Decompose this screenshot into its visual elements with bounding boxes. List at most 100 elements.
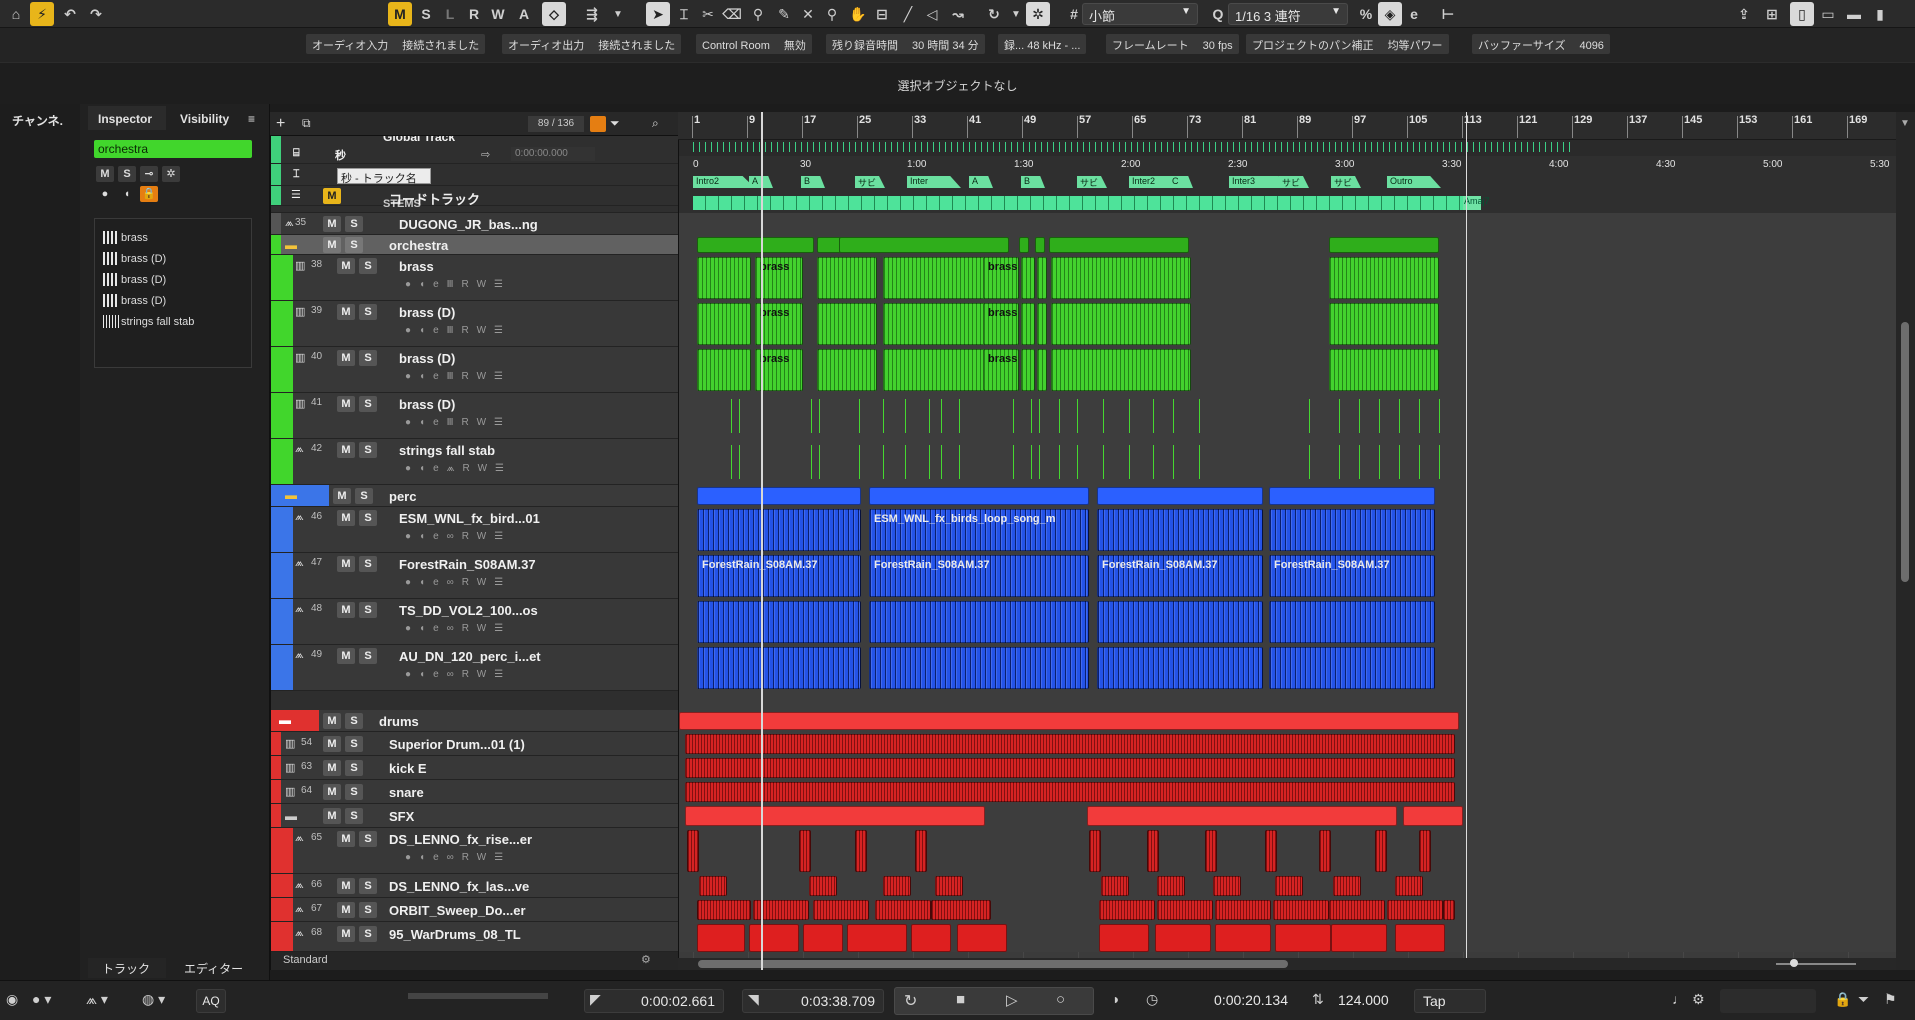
folder-part[interactable]: [1087, 806, 1397, 826]
inspector-track-name[interactable]: orchestra: [94, 140, 252, 158]
hand-tool-icon[interactable]: ✋: [846, 2, 870, 26]
lower-zone-toggle-icon[interactable]: ▬: [1842, 2, 1866, 26]
track-row[interactable]: ▥ 54 M S Superior Drum...01 (1): [271, 732, 678, 756]
audio-part[interactable]: [931, 900, 991, 920]
midi-part[interactable]: [1021, 349, 1035, 391]
audio-warp-icon[interactable]: ◈: [1378, 2, 1402, 26]
track-controls[interactable]: ●◖e∞RW☰: [405, 852, 511, 868]
audio-part[interactable]: [855, 830, 867, 872]
visibility-lock-icon[interactable]: [590, 116, 606, 132]
arranger-marker[interactable]: B: [1021, 176, 1045, 188]
mute-button[interactable]: M: [337, 510, 355, 526]
track-row[interactable]: ▥ 39 M S brass (D) ●◖eⅢRW☰: [271, 301, 678, 347]
status-record-time[interactable]: 残り録音時間 30 時間 34 分: [826, 34, 985, 54]
left-locator-field[interactable]: 0:00:02.661: [584, 989, 724, 1013]
solo-button[interactable]: S: [359, 442, 377, 458]
status-frame-rate[interactable]: フレームレート 30 fps: [1106, 34, 1239, 54]
audio-part[interactable]: ForestRain_S08AM.37: [869, 555, 1089, 597]
loop-icon[interactable]: ↻: [982, 2, 1006, 26]
mute-button[interactable]: M: [333, 488, 351, 504]
right-zone-toggle-icon[interactable]: ▮: [1868, 2, 1892, 26]
midi-part[interactable]: [817, 257, 877, 299]
midi-part[interactable]: brass: [983, 303, 1019, 345]
arranger-marker[interactable]: サビ: [1279, 176, 1309, 188]
filter-icon[interactable]: ⏷: [610, 116, 626, 132]
folder-part[interactable]: [1019, 237, 1029, 253]
tab-track[interactable]: トラック: [102, 960, 150, 977]
comp-tool-icon[interactable]: ⊟: [870, 2, 894, 26]
solo-button[interactable]: S: [345, 808, 363, 824]
marker-toolbar-icon[interactable]: ⊢: [1436, 2, 1460, 26]
audio-part[interactable]: [1215, 924, 1271, 952]
midi-part[interactable]: [1329, 349, 1439, 391]
mute-button[interactable]: M: [337, 556, 355, 572]
inspector-lock-icon[interactable]: 🔒: [140, 186, 158, 202]
mute-button[interactable]: M: [323, 784, 341, 800]
mute-mode-button[interactable]: M: [388, 2, 412, 26]
audio-part[interactable]: [1275, 876, 1303, 896]
audio-part[interactable]: [697, 601, 861, 643]
horizontal-scrollbar[interactable]: [678, 958, 1896, 970]
midi-part[interactable]: [1329, 303, 1439, 345]
speaker-mute-icon[interactable]: ◁: [920, 2, 944, 26]
folder-row-drums[interactable]: ▬ M S drums: [271, 710, 678, 732]
mute-button[interactable]: M: [337, 648, 355, 664]
time-warp-icon[interactable]: ↝: [946, 2, 970, 26]
midi-part[interactable]: [1329, 257, 1439, 299]
audio-part[interactable]: [1333, 876, 1361, 896]
midi-part[interactable]: [1051, 303, 1191, 345]
jump-icon[interactable]: ⇨: [481, 148, 490, 161]
solo-button[interactable]: S: [359, 258, 377, 274]
track-row[interactable]: ▥ 63 M S kick E: [271, 756, 678, 780]
redo-icon[interactable]: ↷: [84, 2, 108, 26]
track-row[interactable]: ⩕ 67 M S ORBIT_Sweep_Do...er: [271, 898, 678, 922]
collapse-icon[interactable]: ▼: [1900, 118, 1910, 129]
chord-mute-button[interactable]: M: [323, 188, 341, 204]
midi-part[interactable]: [1037, 303, 1047, 345]
audio-part[interactable]: [1157, 876, 1185, 896]
folder-item-label[interactable]: brass (D): [121, 295, 166, 307]
track-controls[interactable]: ●◖e∞RW☰: [405, 531, 511, 547]
duplicate-track-icon[interactable]: ⧉: [302, 116, 320, 132]
search-icon[interactable]: ⌕: [652, 116, 670, 132]
track-row[interactable]: ⩕ 66 M S DS_LENNO_fx_las...ve: [271, 874, 678, 898]
status-audio-output[interactable]: オーディオ出力 接続されました: [502, 34, 682, 54]
mute-button[interactable]: M: [337, 442, 355, 458]
midi-part[interactable]: [1051, 257, 1191, 299]
audio-part[interactable]: [1319, 830, 1331, 872]
track-row[interactable]: ▥ 41 M S brass (D) ●◖eⅢRW☰: [271, 393, 678, 439]
folder-part[interactable]: [1049, 237, 1189, 253]
chord-track-row[interactable]: ☰ M コードトラック: [271, 186, 678, 207]
punch-icon[interactable]: ◗: [1112, 991, 1120, 1007]
status-buffer-size[interactable]: バッファーサイズ 4096: [1472, 34, 1610, 54]
mute-button[interactable]: M: [337, 902, 355, 918]
track-controls[interactable]: ●◖eⅢRW☰: [405, 417, 511, 433]
constrain-delay-icon[interactable]: ⚡: [30, 2, 54, 26]
audio-part[interactable]: [875, 900, 931, 920]
audio-part[interactable]: [957, 924, 1007, 952]
midi-part[interactable]: [1021, 303, 1035, 345]
folder-icon[interactable]: ▬: [285, 488, 297, 502]
iq-icon[interactable]: %: [1354, 2, 1378, 26]
mute-button[interactable]: M: [323, 808, 341, 824]
audio-part[interactable]: [869, 601, 1089, 643]
track-row[interactable]: ▥ 38 M S brass ●◖eⅢRW☰: [271, 255, 678, 301]
solo-button[interactable]: S: [345, 736, 363, 752]
audio-part[interactable]: [1101, 876, 1129, 896]
audio-part[interactable]: [1329, 900, 1385, 920]
audio-part[interactable]: [1097, 601, 1263, 643]
close-icon[interactable]: ✕: [796, 2, 820, 26]
auto-quantize-button[interactable]: AQ: [196, 989, 226, 1013]
audio-part[interactable]: ForestRain_S08AM.37: [697, 555, 861, 597]
track-controls[interactable]: ●◖e∞RW☰: [405, 623, 511, 639]
audio-part[interactable]: ForestRain_S08AM.37: [1097, 555, 1263, 597]
automerge-icon[interactable]: ◍ ▾: [142, 991, 165, 1008]
audio-part[interactable]: [1155, 924, 1211, 952]
audio-part[interactable]: [1375, 830, 1387, 872]
cycle-record-icon[interactable]: ⩕ ▾: [86, 991, 108, 1008]
arranger-marker[interactable]: C: [1169, 176, 1193, 188]
midi-part[interactable]: [697, 349, 751, 391]
mute-button[interactable]: M: [323, 736, 341, 752]
audio-part[interactable]: [869, 647, 1089, 689]
audio-part[interactable]: [1157, 900, 1213, 920]
